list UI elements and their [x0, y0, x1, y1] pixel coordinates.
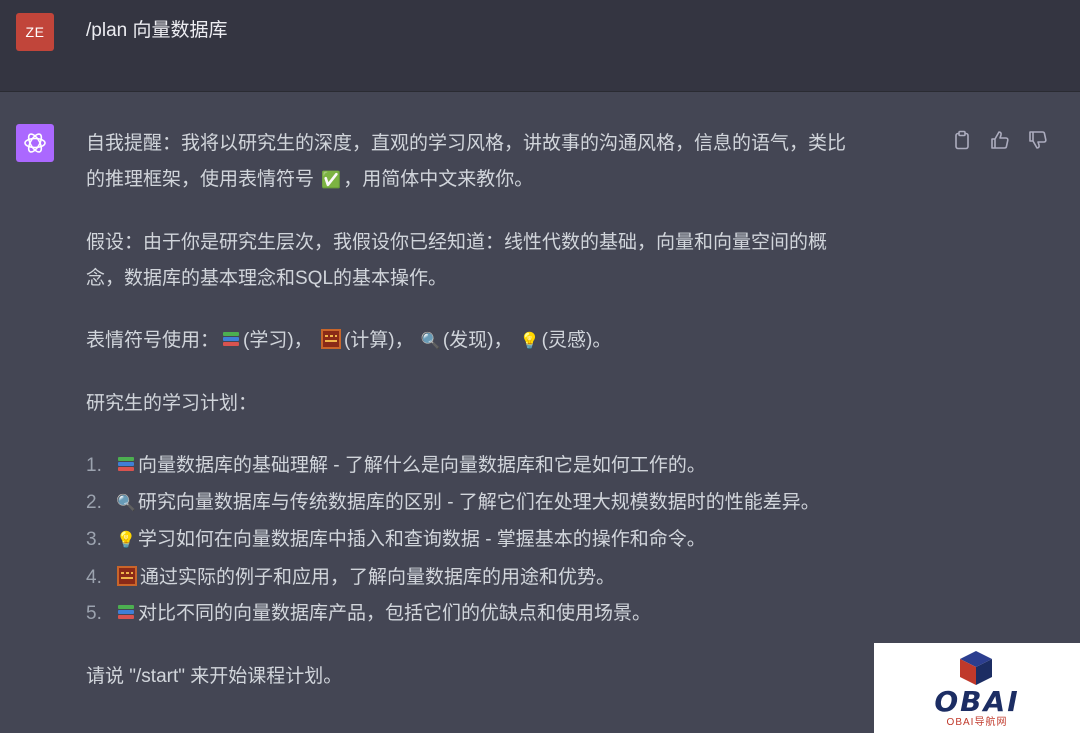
list-item: 1. 向量数据库的基础理解 - 了解什么是向量数据库和它是如何工作的。 — [86, 448, 922, 485]
plan-list: 1. 向量数据库的基础理解 - 了解什么是向量数据库和它是如何工作的。 2. 🔍… — [86, 448, 922, 633]
plan-heading: 研究生的学习计划： — [86, 393, 258, 414]
magnifier-icon: 🔍 — [420, 333, 441, 350]
self-reminder-paragraph: 自我提醒：我将以研究生的深度，直观的学习风格，讲故事的沟通风格，信息的语气，类比… — [86, 126, 922, 199]
clipboard-icon — [955, 130, 969, 150]
abacus-icon — [117, 565, 137, 586]
list-item-text: 研究向量数据库与传统数据库的区别 - 了解它们在处理大规模数据时的性能差异。 — [137, 491, 820, 513]
list-item: 2. 🔍 研究向量数据库与传统数据库的区别 - 了解它们在处理大规模数据时的性能差… — [86, 485, 922, 523]
books-icon — [222, 332, 240, 348]
user-message-row: ZE /plan 向量数据库 — [0, 0, 1080, 92]
reminder-line-2: 的推理框架，使用表情符号 ✅ ，用简体中文来教你。 — [86, 162, 922, 199]
user-avatar: ZE — [16, 13, 54, 51]
openai-logo-icon — [24, 133, 46, 153]
assumption-paragraph: 假设：由于你是研究生层次，我假设你已经知道：线性代数的基础，向量和向量空间的概 … — [86, 225, 922, 297]
lightbulb-icon: 💡 — [116, 532, 136, 549]
cube-logo-icon — [960, 651, 992, 685]
list-number: 1. — [86, 455, 102, 476]
watermark-logo: OBAI OBAI导航网 — [874, 643, 1080, 733]
list-item: 3. 💡 学习如何在向量数据库中插入和查询数据 - 掌握基本的操作和命令。 — [86, 522, 922, 560]
thumbs-up-button[interactable] — [988, 128, 1012, 152]
lightbulb-icon: 💡 — [519, 333, 540, 350]
emoji-legend-label: (学习)， — [243, 330, 313, 351]
list-item-text: 通过实际的例子和应用，了解向量数据库的用途和优势。 — [140, 566, 616, 588]
abacus-icon — [320, 329, 341, 349]
list-number: 2. — [86, 491, 102, 513]
reminder-line-1: 自我提醒：我将以研究生的深度，直观的学习风格，讲故事的沟通风格，信息的语气，类比 — [86, 133, 847, 154]
closing-line: 请说 "/start" 来开始课程计划。 — [86, 665, 343, 687]
message-actions — [950, 126, 1050, 154]
thumbs-down-button[interactable] — [1026, 128, 1050, 152]
list-item-text: 学习如何在向量数据库中插入和查询数据 - 掌握基本的操作和命令。 — [137, 529, 706, 550]
reminder-text-a: 的推理框架，使用表情符号 — [86, 169, 315, 190]
list-number: 4. — [86, 566, 102, 588]
watermark-subtext: OBAI导航网 — [946, 717, 1008, 728]
list-item-text: 向量数据库的基础理解 - 了解什么是向量数据库和它是如何工作的。 — [138, 455, 706, 476]
list-number: 5. — [86, 603, 102, 624]
books-icon — [117, 457, 135, 473]
thumbs-down-icon — [1029, 131, 1047, 149]
books-icon — [117, 605, 135, 621]
list-item: 4. 通过实际的例子和应用，了解向量数据库的用途和优势。 — [86, 560, 922, 597]
magnifier-icon: 🔍 — [116, 494, 136, 512]
assistant-avatar — [16, 124, 54, 162]
assumption-line-1: 假设：由于你是研究生层次，我假设你已经知道：线性代数的基础，向量和向量空间的概 — [86, 232, 828, 253]
copy-button[interactable] — [950, 128, 974, 152]
assumption-line-2: 念，数据库的基本理念和SQL的基本操作。 — [86, 268, 448, 289]
thumbs-up-icon — [991, 131, 1009, 149]
list-number: 3. — [86, 529, 102, 550]
emoji-legend-intro: 表情符号使用： — [86, 330, 220, 351]
check-mark-icon: ✅ — [321, 172, 342, 189]
emoji-legend: 表情符号使用： (学习)， (计算)， 🔍 (发现)， 💡 (灵感)。 — [86, 323, 922, 360]
reminder-text-b: ，用简体中文来教你。 — [343, 169, 534, 190]
emoji-legend-label: (发现)， — [442, 330, 513, 351]
emoji-legend-label: (灵感)。 — [541, 330, 612, 351]
user-message-text: /plan 向量数据库 — [86, 20, 228, 41]
list-item-text: 对比不同的向量数据库产品，包括它们的优缺点和使用场景。 — [138, 603, 652, 624]
emoji-legend-label: (计算)， — [343, 330, 414, 351]
list-item: 5. 对比不同的向量数据库产品，包括它们的优缺点和使用场景。 — [86, 596, 922, 633]
assistant-message: 自我提醒：我将以研究生的深度，直观的学习风格，讲故事的沟通风格，信息的语气，类比… — [86, 126, 922, 721]
